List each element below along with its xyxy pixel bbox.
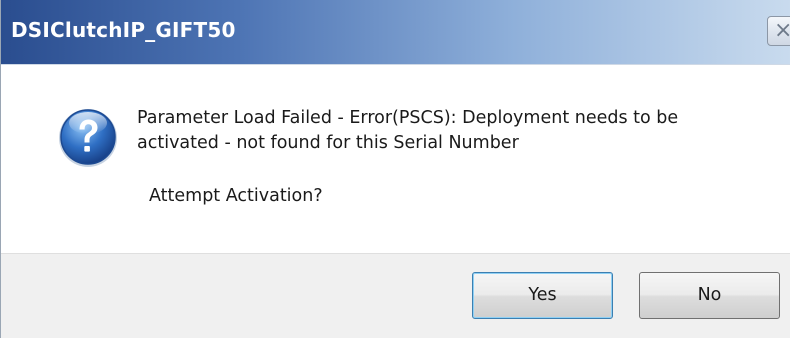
title-bar[interactable]: DSIClutchIP_GIFT50 × — [1, 0, 790, 65]
button-bar: Yes No — [1, 253, 790, 338]
dialog-message: Parameter Load Failed - Error(PSCS): Dep… — [137, 108, 679, 153]
close-icon: × — [774, 19, 790, 43]
dialog-content: Parameter Load Failed - Error(PSCS): Dep… — [1, 65, 790, 253]
question-icon — [59, 109, 117, 167]
message-dialog: DSIClutchIP_GIFT50 × P — [0, 0, 790, 338]
no-button[interactable]: No — [639, 272, 780, 319]
window-title: DSIClutchIP_GIFT50 — [11, 18, 236, 42]
close-button[interactable]: × — [767, 16, 790, 46]
dialog-prompt: Attempt Activation? — [149, 186, 323, 206]
yes-button[interactable]: Yes — [472, 272, 613, 319]
